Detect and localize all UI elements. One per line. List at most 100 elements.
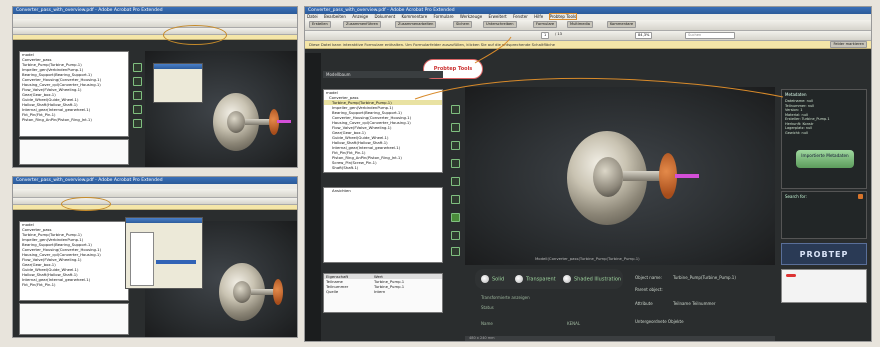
metadata-panel: Metadaten Dateiname: null Teilnummer: nu… [781, 89, 867, 189]
attribute-value: Teilname Teilnummer [673, 301, 716, 306]
menu-item[interactable]: Anzeige [352, 14, 368, 19]
render-transparent-label: Transparent [526, 276, 556, 283]
properties-pane: Eigenschaft Wert Teilname Turbine_Pump.1… [323, 273, 443, 313]
parent-object-label: Parent object: [635, 287, 663, 292]
tool-icon[interactable] [133, 105, 142, 114]
tool-icon[interactable] [133, 119, 142, 128]
next-tool-icon[interactable] [451, 247, 460, 256]
search-go-icon[interactable] [858, 194, 863, 199]
status-bar: 480 x 240 mm [465, 336, 775, 341]
views-pane[interactable]: Ansichten [323, 187, 443, 263]
page-total: / 13 [555, 32, 562, 36]
preview-panel [781, 269, 867, 303]
tree-item[interactable]: Shaft(Shaft.1) [324, 165, 442, 170]
render-solid[interactable]: Solid [481, 275, 504, 283]
tool-icon[interactable] [133, 63, 142, 72]
zoom-field[interactable]: 84,3% [635, 32, 653, 39]
zoom-tool-icon[interactable] [451, 159, 460, 168]
create-button[interactable]: Erstellen [309, 21, 331, 28]
page-number-field[interactable]: 1 [541, 32, 550, 39]
metadata-title: Metadaten [785, 92, 807, 97]
render-shaded[interactable]: Shaded Illustration [563, 275, 621, 283]
viewport-label: Modell(Converter_pass(Turbine_Pump(Turbi… [535, 256, 640, 261]
model-tree[interactable]: model Converter_pass Turbine_Pump(Turbin… [19, 51, 129, 137]
dialog-titlebar [126, 218, 202, 223]
menu-item[interactable]: Formulare [433, 14, 453, 19]
toolbar [13, 189, 297, 198]
properties-pane [19, 139, 129, 165]
file-dialog[interactable] [125, 217, 203, 289]
menu-item[interactable]: Hilfe [534, 14, 543, 19]
import-metadata-button[interactable]: Importierte Metadaten [796, 150, 854, 168]
left-sidebar [305, 53, 321, 341]
collaborate-button[interactable]: Zusammenarbeiten [395, 21, 437, 28]
cube-tool-icon[interactable] [451, 213, 460, 222]
highlight-ellipse [61, 197, 111, 211]
toolbar-secondary [13, 28, 297, 35]
window-title: Converter_pass_with_overview.pdf - Adobe… [13, 177, 297, 184]
notice-text: Diese Datei kann interaktive Formulare e… [309, 42, 555, 47]
tool-icon[interactable] [133, 91, 142, 100]
render-mode-bar: Solid Transparent Shaded Illustration [475, 269, 623, 289]
attribute-label: Attribute [635, 301, 653, 306]
view-tool-icon[interactable] [451, 105, 460, 114]
converter-hub [593, 157, 623, 197]
render-transparent[interactable]: Transparent [515, 275, 556, 283]
file-list[interactable] [130, 232, 154, 286]
properties-pane [19, 303, 129, 335]
tool-icon[interactable] [133, 77, 142, 86]
main-toolbar: Erstellen Zusammenführen Zusammenarbeite… [305, 20, 871, 31]
menu-item[interactable]: Kommentare [401, 14, 427, 19]
name-value: KENAL [567, 321, 581, 326]
left-top-window: Converter_pass_with_overview.pdf - Adobe… [12, 6, 298, 168]
notice-bar [13, 35, 297, 40]
comments-button[interactable]: Kommentare [607, 21, 637, 28]
menu-item[interactable]: Dokument [374, 14, 395, 19]
sign-button[interactable]: Unterschreiben [483, 21, 517, 28]
window-title: Converter_pass_with_overview.pdf - Adobe… [305, 7, 871, 14]
highlight-ellipse [163, 25, 227, 45]
metadata-row: Gewicht: null [785, 130, 808, 135]
logo-panel: PROBTEP [781, 243, 867, 265]
tree-item[interactable]: Fkt_Pin(Fkt_Pin.1) [20, 282, 128, 287]
secondary-toolbar: 1 / 13 84,3% Suchen [305, 31, 871, 41]
highlight-fields-button[interactable]: Felder markieren [830, 41, 867, 48]
menu-item[interactable]: Werkzeuge [460, 14, 482, 19]
menu-item-probtep-tools[interactable]: Probtep Tools [548, 13, 578, 20]
model-tree[interactable]: model Converter_pass Turbine_Pump(Turbin… [323, 89, 443, 173]
forms-button[interactable]: Formulare [533, 21, 558, 28]
tree-item[interactable]: Piston_Ring_AnPin(Piston_Ring_Jnt.1) [20, 117, 128, 122]
left-bottom-window: Converter_pass_with_overview.pdf - Adobe… [12, 176, 298, 338]
radio-icon [563, 275, 571, 283]
section-tool-icon[interactable] [451, 177, 460, 186]
main-window: Converter_pass_with_overview.pdf - Adobe… [304, 6, 872, 342]
notice-bar: Diese Datei kann interaktive Formulare e… [305, 41, 871, 49]
pin-model [277, 120, 291, 123]
search-input[interactable]: Suchen [685, 32, 735, 39]
window-title: Converter_pass_with_overview.pdf - Adobe… [13, 7, 297, 14]
secure-button[interactable]: Sichern [453, 21, 473, 28]
pin-model [675, 174, 699, 178]
views-item[interactable]: Ansichten [324, 188, 442, 193]
child-objects-label: Untergeordnete Objekte [635, 319, 684, 324]
settings-dialog[interactable] [153, 63, 203, 103]
toolbar-secondary [13, 198, 297, 205]
rotate-tool-icon[interactable] [451, 123, 460, 132]
pan-tool-icon[interactable] [451, 141, 460, 150]
flange-model [273, 279, 283, 305]
model-tree[interactable]: model Converter_pass Turbine_Pump(Turbin… [19, 221, 129, 301]
play-tool-icon[interactable] [451, 231, 460, 240]
menu-item[interactable]: Bearbeiten [324, 14, 346, 19]
props-key: Quelle [326, 289, 339, 294]
measure-tool-icon[interactable] [451, 195, 460, 204]
toolbar [13, 19, 297, 28]
search-label: Search for: [785, 194, 807, 199]
dialog-titlebar [154, 64, 202, 69]
multimedia-button[interactable]: Multimedia [567, 21, 593, 28]
combine-button[interactable]: Zusammenführen [343, 21, 382, 28]
menu-item[interactable]: Datei [307, 14, 318, 19]
menu-item[interactable]: Erweitert [488, 14, 506, 19]
selected-file[interactable] [156, 260, 196, 264]
menu-item[interactable]: Fenster [513, 14, 528, 19]
radio-icon [515, 275, 523, 283]
